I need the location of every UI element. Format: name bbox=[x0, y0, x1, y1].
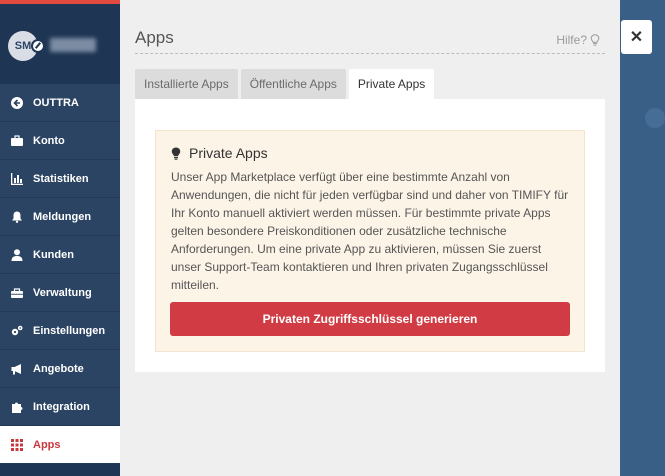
lightbulb-icon bbox=[171, 147, 181, 160]
sidebar-item-label: Integration bbox=[33, 400, 90, 413]
sidebar-item-label: Konto bbox=[33, 134, 65, 147]
sidebar-item-kunden[interactable]: Kunden bbox=[0, 236, 120, 274]
sidebar-item-label: Statistiken bbox=[33, 172, 89, 185]
notice-text: Unser App Marketplace verfügt über eine … bbox=[171, 170, 569, 292]
generate-key-button[interactable]: Privaten Zugriffsschlüssel generieren bbox=[170, 302, 570, 336]
lightbulb-icon bbox=[590, 34, 600, 46]
puzzle-icon bbox=[10, 400, 24, 414]
sidebar-item-label: OUTTRA bbox=[33, 96, 79, 109]
sidebar-item-outtra[interactable]: OUTTRA bbox=[0, 84, 120, 122]
grid-icon bbox=[10, 438, 24, 452]
sidebar: SM OUTTRA Konto Statistiken Meldungen Ku… bbox=[0, 0, 120, 476]
sidebar-item-label: Einstellungen bbox=[33, 324, 106, 337]
profile-area[interactable]: SM bbox=[0, 4, 120, 84]
sidebar-item-label: Kunden bbox=[33, 248, 74, 261]
sidebar-item-meldungen[interactable]: Meldungen bbox=[0, 198, 120, 236]
sidebar-item-label: Angebote bbox=[33, 362, 84, 375]
notice-header: Private Apps bbox=[171, 145, 268, 161]
edit-badge-icon[interactable] bbox=[31, 39, 45, 53]
cogs-icon bbox=[10, 324, 24, 338]
sidebar-item-apps[interactable]: Apps bbox=[0, 426, 120, 464]
sidebar-item-label: Apps bbox=[33, 438, 61, 451]
page-title: Apps bbox=[135, 28, 174, 47]
toolbox-icon bbox=[10, 286, 24, 300]
tab-private-apps[interactable]: Private Apps bbox=[348, 69, 435, 99]
user-icon bbox=[10, 248, 24, 262]
tab-public-apps[interactable]: Öffentliche Apps bbox=[240, 69, 346, 99]
sidebar-item-angebote[interactable]: Angebote bbox=[0, 350, 120, 388]
megaphone-icon bbox=[10, 362, 24, 376]
tab-installed-apps[interactable]: Installierte Apps bbox=[135, 69, 238, 99]
sidebar-nav: OUTTRA Konto Statistiken Meldungen Kunde… bbox=[0, 84, 120, 464]
sidebar-item-label: Verwaltung bbox=[33, 286, 92, 299]
app-tabs: Installierte Apps Öffentliche Apps Priva… bbox=[135, 69, 435, 99]
notice-title: Private Apps bbox=[189, 145, 268, 161]
briefcase-icon bbox=[10, 134, 24, 148]
tab-content: Private Apps Unser App Marketplace verfü… bbox=[135, 99, 605, 372]
close-button[interactable]: ✕ bbox=[621, 20, 652, 54]
help-label: Hilfe? bbox=[556, 33, 587, 47]
apps-panel: Apps Hilfe? Installierte Apps Öffentlich… bbox=[120, 0, 620, 476]
bell-icon bbox=[10, 210, 24, 224]
title-divider bbox=[135, 53, 605, 54]
background-add-icon bbox=[645, 108, 665, 128]
bar-chart-icon bbox=[10, 172, 24, 186]
help-link[interactable]: Hilfe? bbox=[556, 33, 600, 47]
sidebar-item-einstellungen[interactable]: Einstellungen bbox=[0, 312, 120, 350]
sidebar-item-integration[interactable]: Integration bbox=[0, 388, 120, 426]
sidebar-item-konto[interactable]: Konto bbox=[0, 122, 120, 160]
private-apps-notice: Private Apps Unser App Marketplace verfü… bbox=[155, 130, 585, 352]
sidebar-footer bbox=[0, 464, 120, 476]
username-blurred bbox=[50, 38, 96, 52]
sidebar-item-label: Meldungen bbox=[33, 210, 92, 223]
arrow-circle-left-icon bbox=[10, 96, 24, 110]
sidebar-item-verwaltung[interactable]: Verwaltung bbox=[0, 274, 120, 312]
sidebar-item-statistiken[interactable]: Statistiken bbox=[0, 160, 120, 198]
